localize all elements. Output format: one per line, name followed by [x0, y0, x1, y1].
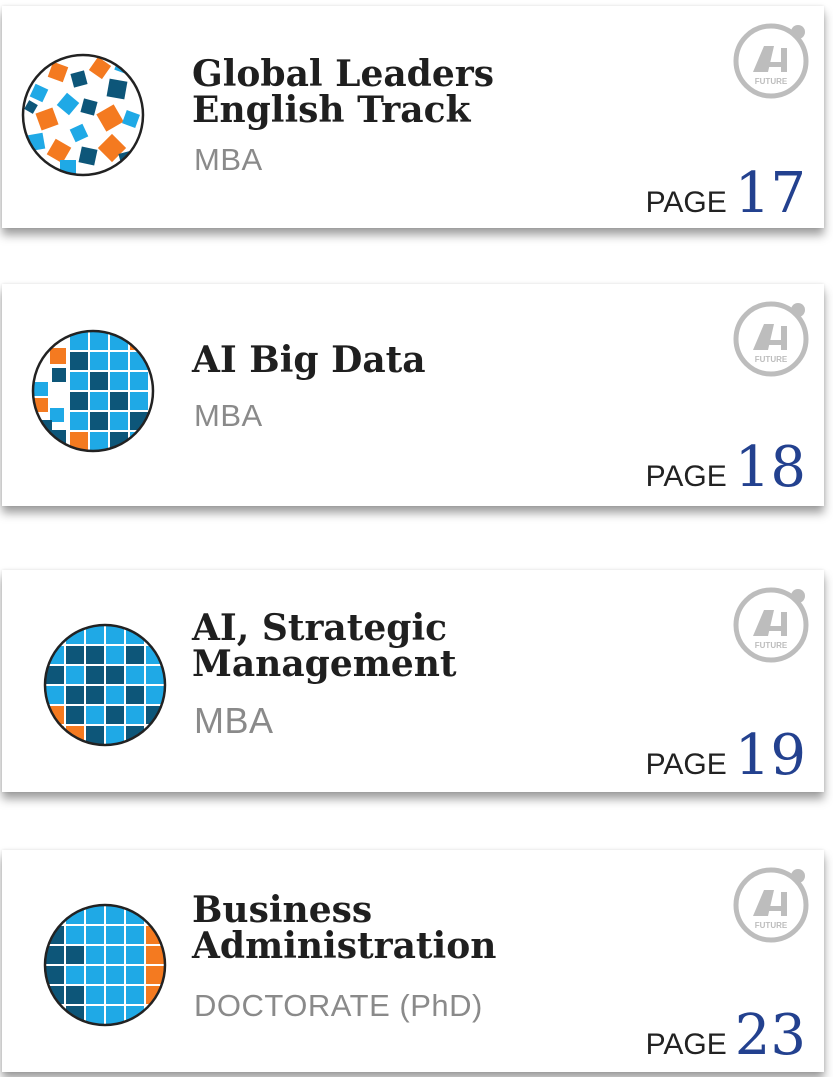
degree-label: MBA	[194, 398, 263, 433]
program-title-line: Administration	[192, 925, 497, 967]
page-word: PAGE	[645, 186, 727, 219]
grid-emblem-icon	[43, 623, 167, 747]
logo-tagline: FUTURE	[755, 77, 788, 86]
ai-future-logo-icon: FUTURE	[733, 587, 809, 663]
ai-future-logo-icon: FUTURE	[733, 301, 809, 377]
page-number: 18	[734, 435, 806, 500]
program-title: AI Big Data	[192, 342, 426, 378]
program-title: Global Leaders English Track	[192, 56, 494, 128]
program-card[interactable]: Global Leaders English Track MBA PAGE 17…	[2, 6, 824, 228]
page-reference[interactable]: PAGE 19	[646, 723, 806, 788]
grid-emblem-icon	[43, 903, 167, 1027]
page-number: 17	[734, 161, 806, 226]
program-card[interactable]: AI Big Data MBA PAGE 18 FUTURE	[2, 284, 824, 506]
logo-tagline: FUTURE	[755, 921, 788, 930]
ai-future-logo-icon: FUTURE	[733, 867, 809, 943]
page-word: PAGE	[645, 460, 727, 493]
program-title: AI, Strategic Management	[192, 610, 457, 682]
page-reference[interactable]: PAGE 18	[646, 435, 806, 500]
program-title-line: English Track	[192, 89, 471, 131]
page-word: PAGE	[645, 1028, 727, 1061]
scattered-squares-emblem-icon	[21, 53, 145, 177]
page-reference[interactable]: PAGE 17	[646, 161, 806, 226]
program-title-line: Business	[192, 889, 373, 931]
logo-tagline: FUTURE	[755, 641, 788, 650]
program-title-line: Global Leaders	[192, 53, 494, 95]
program-title: Business Administration	[192, 892, 496, 964]
program-title-line: AI Big Data	[192, 339, 426, 381]
program-title-line: AI, Strategic	[192, 607, 448, 649]
program-title-line: Management	[192, 643, 457, 685]
page-number: 19	[734, 723, 806, 788]
degree-label: MBA	[194, 142, 263, 177]
degree-label: DOCTORATE (PhD)	[194, 988, 483, 1023]
grid-emblem-icon	[31, 329, 155, 453]
degree-label: MBA	[194, 700, 274, 741]
program-card[interactable]: AI, Strategic Management MBA PAGE 19 FUT…	[2, 570, 824, 792]
ai-future-logo-icon: FUTURE	[733, 23, 809, 99]
logo-tagline: FUTURE	[755, 355, 788, 364]
program-card[interactable]: Business Administration DOCTORATE (PhD) …	[2, 850, 824, 1072]
page-reference[interactable]: PAGE 23	[646, 1003, 806, 1068]
page-word: PAGE	[645, 748, 727, 781]
page-number: 23	[734, 1003, 806, 1068]
